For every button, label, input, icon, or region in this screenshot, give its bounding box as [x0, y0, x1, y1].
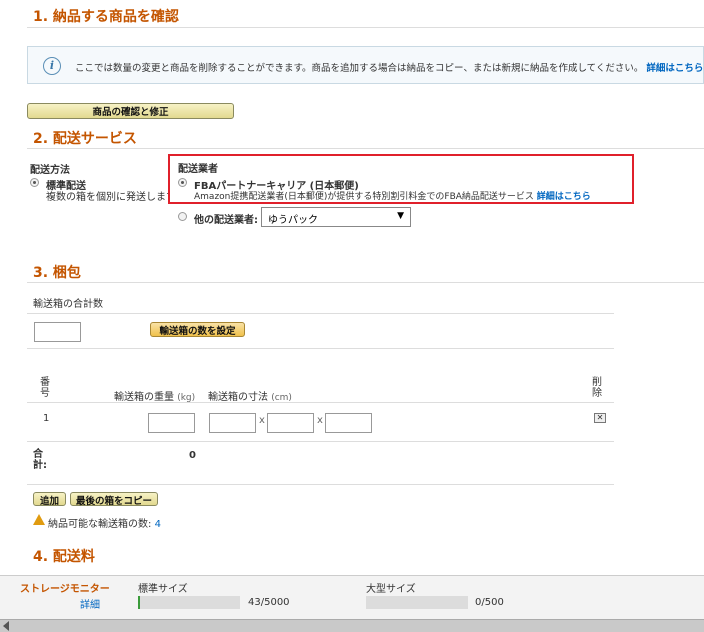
section1-title: 1. 納品する商品を確認 [33, 9, 179, 25]
divider [27, 402, 614, 403]
box-total-input[interactable] [34, 322, 81, 342]
col-dims-header: 輸送箱の寸法 (cm) [208, 388, 292, 403]
times-sign: x [259, 415, 265, 426]
large-size-count: 0/500 [475, 597, 504, 608]
col-delete-header: 削除 [592, 377, 602, 399]
divider [27, 27, 704, 28]
storage-details-link[interactable]: 詳細 [80, 596, 100, 611]
box-total-label: 輸送箱の合計数 [33, 299, 103, 310]
other-carrier-label: 他の配送業者: [194, 215, 258, 226]
partner-carrier-desc-text: Amazon提携配送業者(日本郵便)が提供する特別割引料金でのFBA納品配送サー… [194, 192, 534, 202]
info-text: ここでは数量の変更と商品を削除することができます。商品を追加する場合は納品をコピ… [75, 60, 703, 74]
standard-shipping-radio[interactable] [30, 178, 39, 187]
info-box: i ここでは数量の変更と商品を削除することができます。商品を追加する場合は納品を… [27, 46, 704, 84]
storage-monitor-title: ストレージモニター [20, 584, 110, 595]
divider [27, 348, 614, 349]
divider [27, 484, 614, 485]
available-boxes-label: 納品可能な輸送箱の数: [48, 519, 152, 530]
other-carrier-select[interactable]: ゆうパック ▼ [261, 207, 411, 227]
add-box-button[interactable]: 追加 [33, 492, 66, 507]
divider [27, 441, 614, 442]
box-weight-input[interactable] [148, 413, 195, 433]
standard-size-progress-fill [138, 596, 140, 609]
box-length-input[interactable] [209, 413, 256, 433]
divider [27, 313, 614, 314]
available-boxes: 納品可能な輸送箱の数: 4 [48, 515, 161, 530]
divider [27, 148, 704, 149]
scroll-left-icon[interactable] [3, 621, 9, 631]
large-size-progress [366, 596, 468, 609]
other-carrier-value: ゆうパック [268, 215, 318, 226]
standard-size-progress [138, 596, 240, 609]
col-weight-header: 輸送箱の重量 (kg) [114, 388, 195, 403]
warning-icon [33, 514, 45, 525]
other-carrier-radio[interactable] [178, 212, 187, 221]
info-details-link[interactable]: 詳細はこちら [646, 63, 703, 74]
section2-title: 2. 配送サービス [33, 131, 137, 147]
row-number: 1 [43, 413, 50, 424]
divider [27, 282, 704, 283]
info-icon: i [43, 57, 61, 75]
total-label: 合計: [33, 449, 47, 471]
large-size-label: 大型サイズ [366, 584, 416, 595]
section4-title: 4. 配送料 [33, 549, 95, 565]
shipping-method-label: 配送方法 [30, 165, 70, 176]
total-weight-value: 0 [189, 450, 196, 461]
box-height-input[interactable] [325, 413, 372, 433]
partner-details-link[interactable]: 詳細はこちら [537, 192, 591, 202]
standard-shipping-desc: 複数の箱を個別に発送します [46, 192, 168, 203]
partner-carrier-desc: Amazon提携配送業者(日本郵便)が提供する特別割引料金でのFBA納品配送サー… [194, 189, 591, 202]
standard-size-count: 43/5000 [248, 597, 290, 608]
horizontal-scrollbar[interactable] [0, 619, 704, 632]
col-number-header: 番号 [40, 377, 50, 399]
confirm-products-button[interactable]: 商品の確認と修正 [27, 103, 234, 119]
copy-last-box-button[interactable]: 最後の箱をコピー [70, 492, 158, 507]
available-boxes-value: 4 [154, 519, 161, 530]
delete-icon[interactable]: ✕ [594, 413, 606, 423]
section3-title: 3. 梱包 [33, 265, 81, 281]
set-boxes-button[interactable]: 輸送箱の数を設定 [150, 322, 245, 337]
partner-carrier-radio[interactable] [178, 178, 187, 187]
standard-size-label: 標準サイズ [138, 584, 188, 595]
info-message: ここでは数量の変更と商品を削除することができます。商品を追加する場合は納品をコピ… [75, 63, 644, 74]
box-width-input[interactable] [267, 413, 314, 433]
chevron-down-icon: ▼ [397, 211, 404, 221]
times-sign: x [317, 415, 323, 426]
